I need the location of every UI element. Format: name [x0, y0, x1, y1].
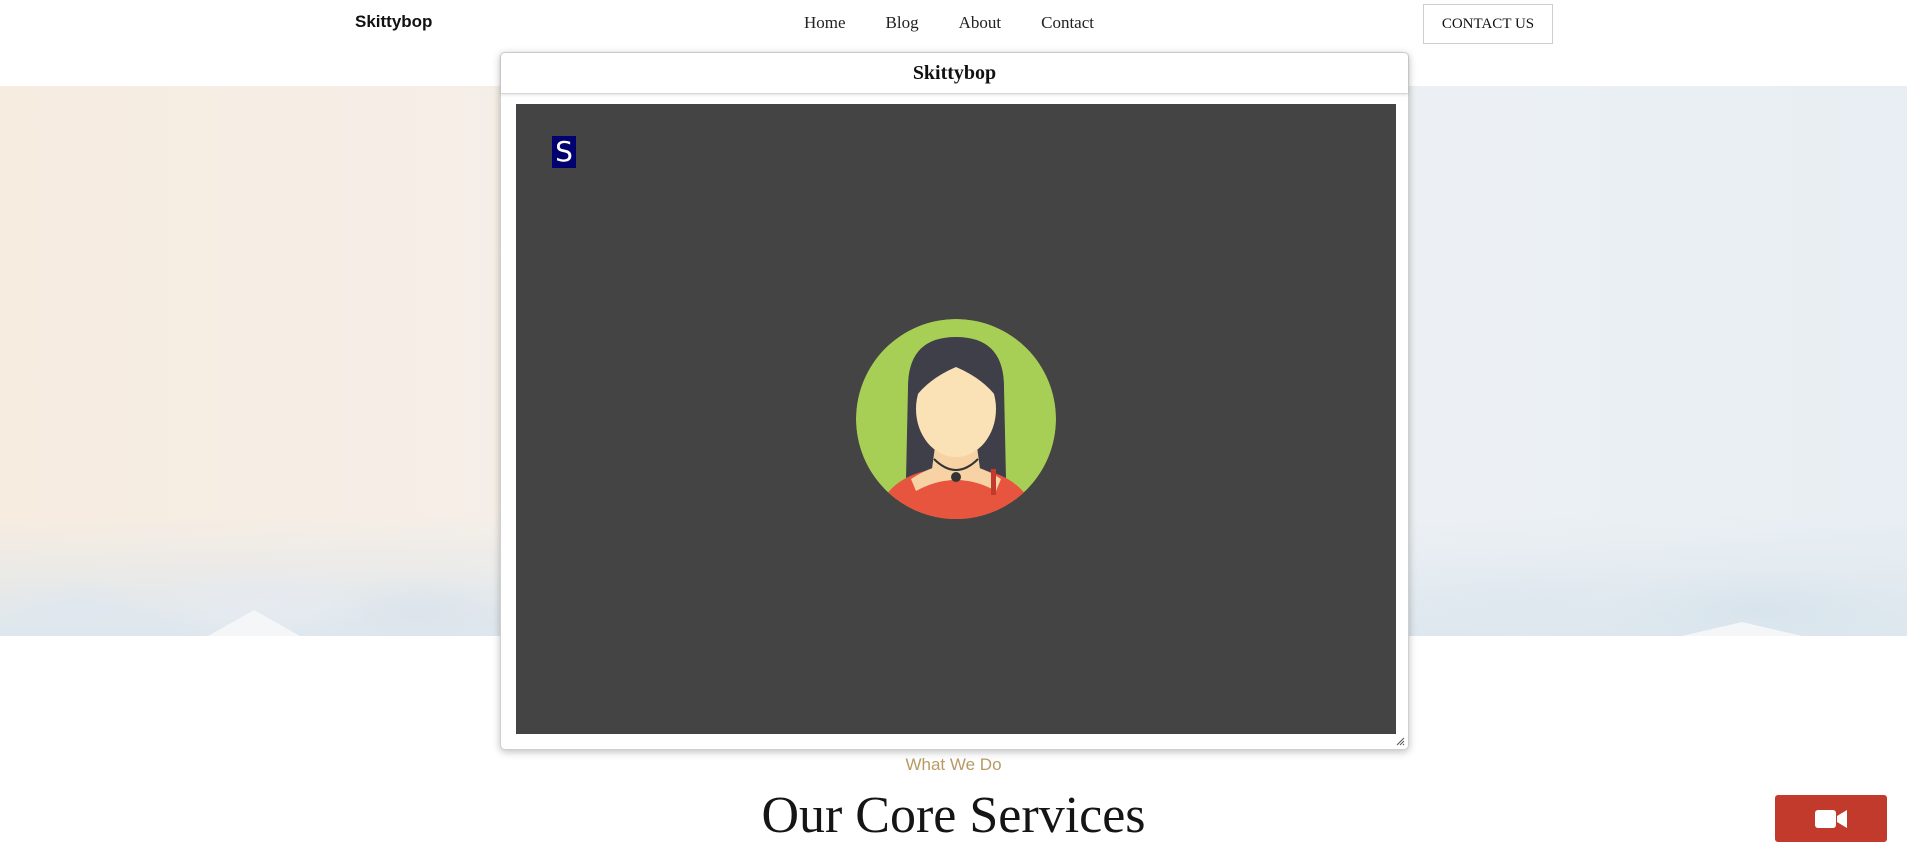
mountain-peak: [1682, 622, 1802, 636]
mountain-peak: [208, 610, 300, 636]
video-area: S: [516, 104, 1396, 734]
video-call-button[interactable]: [1775, 795, 1887, 842]
nav-link-home[interactable]: Home: [804, 13, 846, 33]
nav-link-about[interactable]: About: [959, 13, 1002, 33]
video-call-window: Skittybop S: [500, 52, 1409, 750]
nav-link-blog[interactable]: Blog: [886, 13, 919, 33]
resize-grip-icon[interactable]: [1395, 736, 1405, 746]
section-title: Our Core Services: [761, 787, 1146, 844]
video-camera-icon: [1815, 809, 1847, 828]
contact-us-button[interactable]: CONTACT US: [1423, 4, 1553, 44]
section-kicker: What We Do: [905, 755, 1002, 774]
main-nav: Home Blog About Contact: [804, 13, 1094, 33]
call-window-title[interactable]: Skittybop: [501, 53, 1408, 94]
nav-link-contact[interactable]: Contact: [1041, 13, 1094, 33]
female-avatar-icon: [856, 319, 1056, 519]
participant-initial: S: [552, 136, 576, 168]
brand-logo[interactable]: Skittybop: [355, 12, 432, 32]
